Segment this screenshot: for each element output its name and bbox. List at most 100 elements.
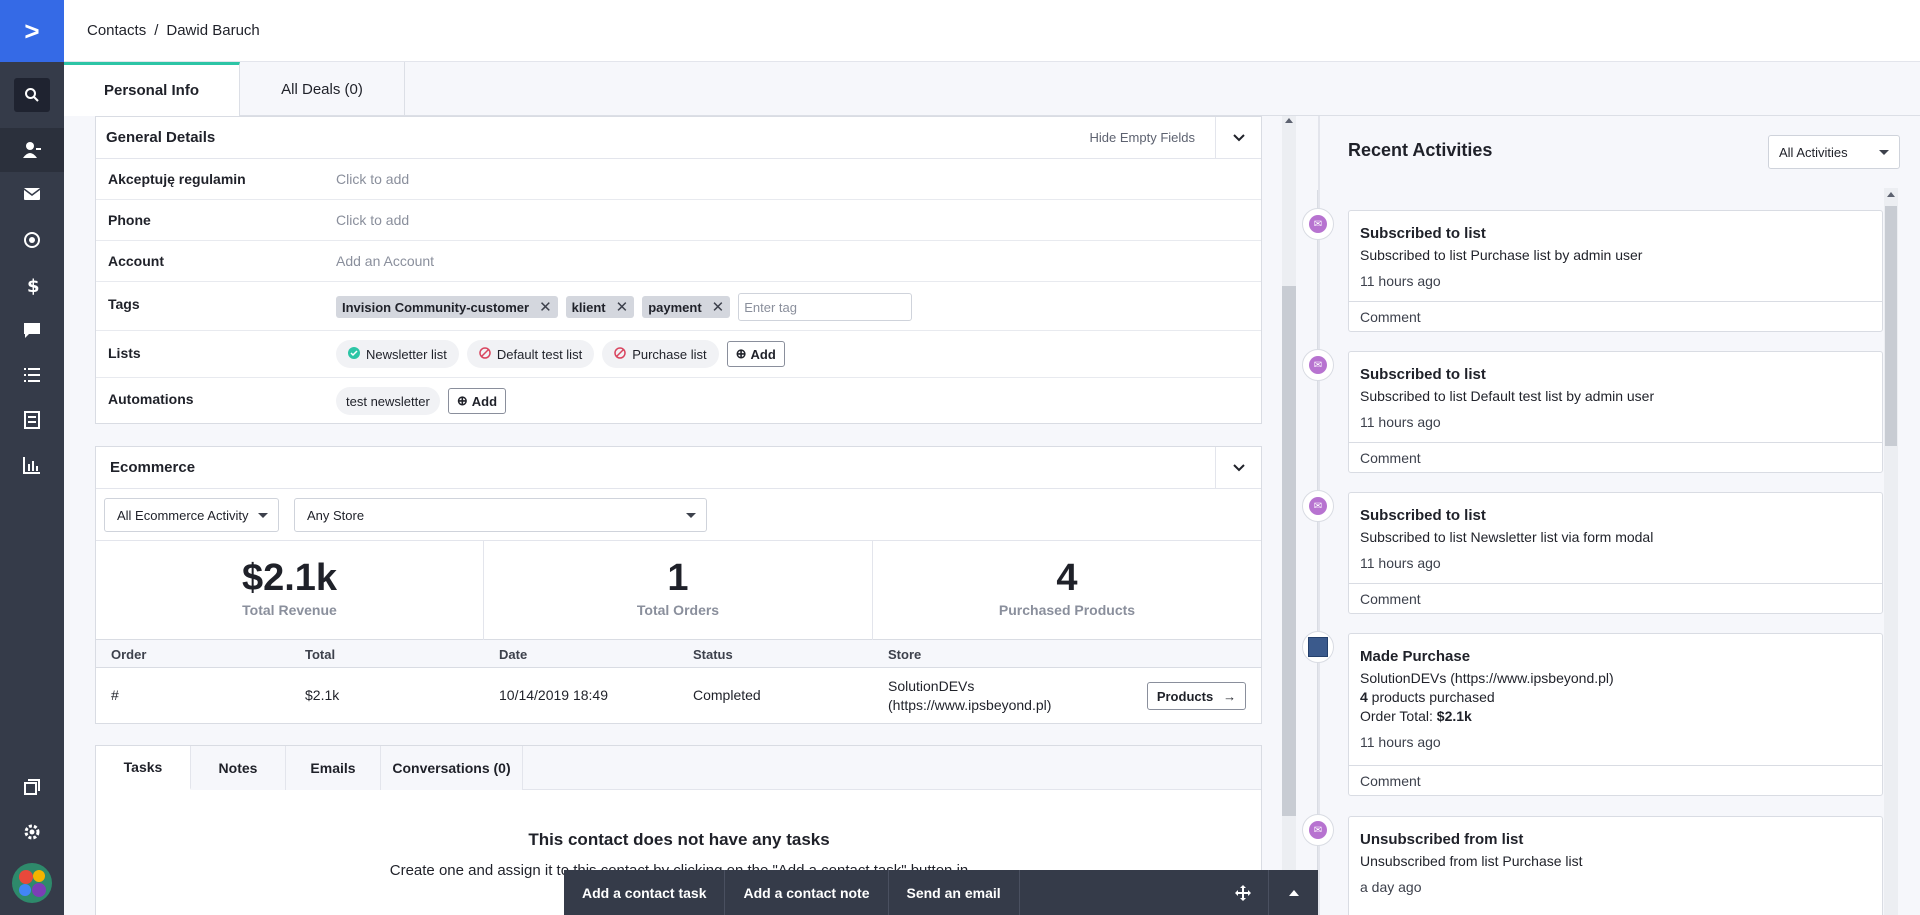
automations-icon[interactable]	[0, 218, 64, 262]
add-automation-button[interactable]: ⊕ Add	[447, 388, 507, 414]
chevron-down-icon[interactable]	[1215, 447, 1261, 489]
caret-down-icon	[1879, 150, 1889, 155]
field-row-automations: Automations test newsletter ⊕ Add	[96, 378, 1261, 424]
store-select[interactable]: Any Store	[294, 498, 707, 532]
scroll-up-arrow-icon[interactable]	[1887, 192, 1895, 197]
account-value[interactable]: Add an Account	[336, 253, 434, 269]
contacts-icon[interactable]	[0, 128, 64, 172]
store-cell: SolutionDEVs (https://www.ipsbeyond.pl)	[888, 677, 1051, 715]
chevron-down-icon[interactable]	[1215, 117, 1261, 159]
collapse-chevron-up-icon[interactable]	[1268, 870, 1318, 915]
activity-title: Unsubscribed from list	[1360, 831, 1524, 848]
list-name: Purchase list	[632, 346, 707, 362]
main-scrollbar[interactable]	[1282, 116, 1296, 915]
tab-notes[interactable]: Notes	[191, 746, 286, 790]
sidebar: > $	[0, 0, 64, 915]
stat-label: Total Orders	[636, 602, 720, 618]
move-drag-icon[interactable]	[1218, 870, 1268, 915]
activity-detail: Subscribed to list Default test list by …	[1360, 388, 1655, 404]
products-button[interactable]: Products →	[1147, 682, 1246, 710]
comment-button[interactable]: Comment	[1349, 442, 1882, 472]
conversations-icon[interactable]	[0, 308, 64, 352]
field-label: Phone	[108, 212, 151, 228]
remove-tag-icon[interactable]: ✕	[712, 298, 725, 316]
list-pill[interactable]: Default test list	[466, 340, 595, 368]
plus-circle-icon: ⊕	[735, 346, 747, 361]
activities-scrollbar[interactable]	[1884, 188, 1898, 915]
order-total-label: Order Total:	[1360, 708, 1437, 724]
activity-title: Made Purchase	[1360, 648, 1471, 665]
tab-emails[interactable]: Emails	[286, 746, 381, 790]
avatar[interactable]	[12, 863, 52, 903]
deals-dollar-icon[interactable]: $	[0, 263, 64, 307]
remove-tag-icon[interactable]: ✕	[539, 298, 552, 316]
comment-button[interactable]: Comment	[1349, 583, 1882, 613]
select-value: All Activities	[1779, 144, 1848, 160]
column-header: Date	[499, 647, 528, 662]
terms-value[interactable]: Click to add	[336, 171, 409, 187]
scroll-up-arrow-icon[interactable]	[1285, 118, 1293, 123]
mail-icon[interactable]	[0, 172, 64, 216]
stat-value: 1	[667, 557, 689, 599]
send-email-button[interactable]: Send an email	[889, 870, 1020, 915]
add-contact-task-button[interactable]: Add a contact task	[564, 870, 726, 915]
automations-container: test newsletter ⊕ Add	[336, 387, 507, 415]
logo-icon[interactable]: >	[0, 0, 64, 62]
add-list-button[interactable]: ⊕ Add	[726, 341, 785, 367]
apps-icon[interactable]	[0, 765, 64, 809]
column-header: Order	[111, 647, 147, 662]
phone-value[interactable]: Click to add	[336, 212, 409, 228]
activity-card: Made Purchase SolutionDEVs (https://www.…	[1348, 633, 1883, 796]
status-cell: Completed	[693, 687, 761, 703]
products-suffix: products purchased	[1367, 689, 1495, 705]
ecommerce-activity-select[interactable]: All Ecommerce Activity	[104, 498, 279, 532]
products-label: Products	[1156, 688, 1214, 704]
stat-orders: 1 Total Orders	[484, 541, 873, 641]
lists-icon[interactable]	[0, 353, 64, 397]
tabs-filler	[523, 746, 1261, 789]
activity-detail: SolutionDEVs (https://www.ipsbeyond.pl)	[1360, 670, 1614, 686]
activity-products: 4 products purchased	[1360, 689, 1882, 705]
table-row: # $2.1k 10/14/2019 18:49 Completed Solut…	[96, 668, 1261, 723]
store-url: (https://www.ipsbeyond.pl)	[888, 697, 1052, 713]
date-cell: 10/14/2019 18:49	[499, 687, 608, 703]
recent-activities-title: Recent Activities	[1348, 140, 1493, 160]
list-pill[interactable]: Newsletter list	[336, 340, 459, 368]
automation-pill[interactable]: test newsletter	[336, 387, 440, 415]
contact-action-bar: Add a contact task Add a contact note Se…	[564, 870, 1318, 915]
general-details-panel: General Details Hide Empty Fields Akcept…	[95, 116, 1262, 424]
activity-time: 11 hours ago	[1360, 555, 1441, 571]
unsubscribed-icon	[479, 346, 491, 362]
reports-icon[interactable]	[0, 443, 64, 487]
tab-personal-info[interactable]: Personal Info	[64, 62, 240, 116]
general-details-header: General Details Hide Empty Fields	[96, 117, 1261, 159]
search-icon[interactable]	[14, 78, 50, 112]
products-count: 4	[1360, 689, 1368, 705]
add-contact-note-button[interactable]: Add a contact note	[725, 870, 889, 915]
tab-tasks[interactable]: Tasks	[96, 746, 191, 790]
ecommerce-header: Ecommerce	[96, 447, 1261, 489]
list-pill[interactable]: Purchase list	[602, 340, 719, 368]
scrollbar-thumb[interactable]	[1282, 286, 1296, 816]
breadcrumb-current: Dawid Baruch	[166, 22, 260, 39]
activity-title: Subscribed to list	[1360, 507, 1486, 524]
breadcrumb-contacts-link[interactable]: Contacts	[87, 22, 146, 39]
tab-conversations[interactable]: Conversations (0)	[381, 746, 523, 790]
hide-empty-fields-link[interactable]: Hide Empty Fields	[1090, 130, 1195, 145]
activity-card: Unsubscribed from list Unsubscribed from…	[1348, 816, 1883, 915]
remove-tag-icon[interactable]: ✕	[616, 298, 629, 316]
activities-filter-select[interactable]: All Activities	[1768, 135, 1900, 169]
comment-button[interactable]: Comment	[1349, 301, 1882, 331]
comment-button[interactable]: Comment	[1349, 765, 1882, 795]
subscribed-check-icon	[348, 346, 360, 362]
tag-label: klient	[571, 299, 606, 315]
settings-gear-icon[interactable]	[0, 810, 64, 854]
activity-order-total: Order Total: $2.1k	[1360, 708, 1882, 724]
list-name: Default test list	[496, 346, 583, 362]
scrollbar-thumb[interactable]	[1885, 206, 1897, 446]
subscribed-list-icon: ✉	[1302, 208, 1334, 240]
tab-all-deals[interactable]: All Deals (0)	[240, 62, 405, 116]
forms-icon[interactable]	[0, 398, 64, 442]
tag-input[interactable]: Enter tag	[738, 293, 913, 321]
unsubscribed-list-icon: ✉	[1302, 814, 1334, 846]
